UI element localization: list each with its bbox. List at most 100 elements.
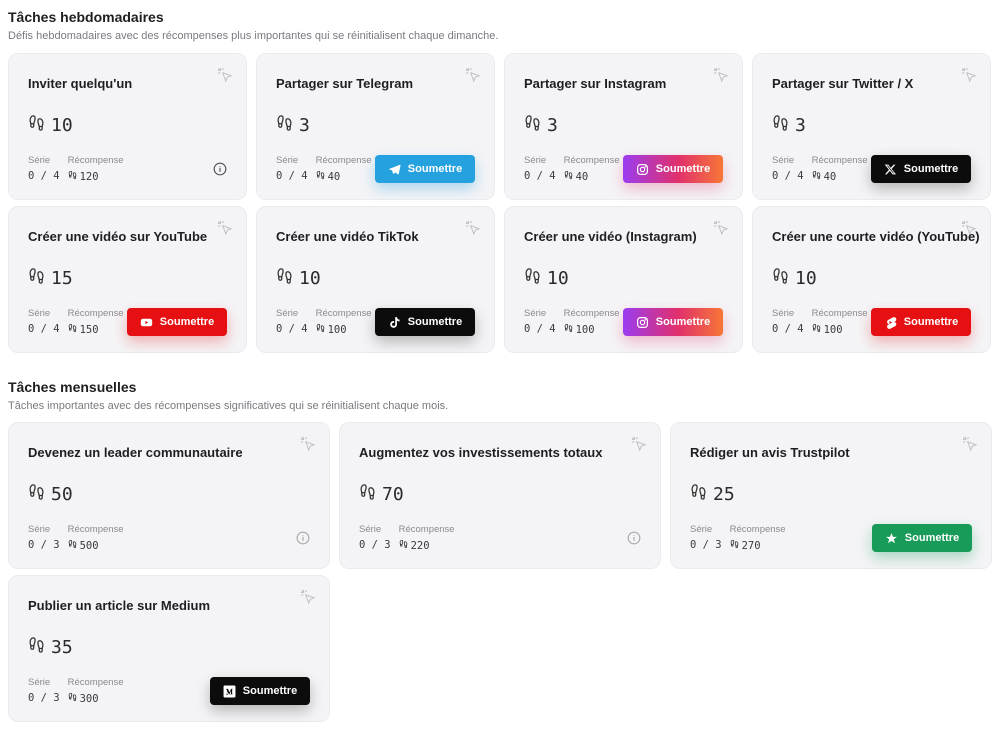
task-title: Créer une vidéo TikTok: [276, 229, 419, 244]
submit-button-youtube[interactable]: Soumettre: [127, 308, 227, 336]
streak-value: 0 / 4: [772, 170, 804, 182]
reward-amount: 220: [410, 539, 430, 552]
task-stats: Série 0 / 3 Récompense 500: [28, 524, 124, 552]
task-title: Rédiger un avis Trustpilot: [690, 445, 850, 460]
reward-stat: Récompense 40: [812, 155, 868, 183]
task-card: Partager sur Instagram 3 Série 0 / 4 Récompe…: [504, 53, 743, 200]
footprints-icon: [316, 170, 325, 183]
reward-value: 40: [316, 170, 372, 183]
points-value: 10: [299, 268, 321, 289]
streak-label: Série: [772, 155, 795, 166]
streak-label: Série: [772, 308, 795, 319]
cursor-click-icon: [299, 435, 317, 453]
reward-stat: Récompense 40: [316, 155, 372, 183]
task-title: Partager sur Twitter / X: [772, 76, 914, 91]
task-title: Publier un article sur Medium: [28, 598, 211, 613]
reward-label: Récompense: [67, 308, 124, 319]
submit-button-trustpilot[interactable]: Soumettre: [872, 524, 972, 552]
streak-label: Série: [359, 524, 382, 535]
streak-label: Série: [28, 155, 51, 166]
reward-amount: 270: [741, 539, 761, 552]
reward-value: 220: [399, 539, 455, 552]
streak-stat: Série 0 / 4: [772, 308, 804, 336]
points-value: 3: [795, 115, 806, 136]
task-card: Publier un article sur Medium 35 Série 0 / …: [8, 575, 330, 722]
points-value: 10: [547, 268, 569, 289]
submit-button-label: Soumettre: [903, 316, 959, 328]
submit-button-label: Soumettre: [655, 316, 711, 328]
cursor-click-icon: [961, 435, 979, 453]
reward-stat: Récompense 150: [68, 308, 124, 336]
submit-button-telegram[interactable]: Soumettre: [375, 155, 475, 183]
task-card: Augmentez vos investissements totaux 70 Sé…: [339, 422, 661, 569]
task-title: Créer une vidéo sur YouTube: [28, 229, 208, 244]
task-title: Inviter quelqu'un: [28, 76, 133, 91]
cursor-click-icon: [299, 588, 317, 606]
footprints-icon: [359, 483, 376, 506]
points-value: 50: [51, 484, 73, 505]
submit-button-instagram[interactable]: Soumettre: [623, 308, 723, 336]
submit-button-medium[interactable]: Soumettre: [210, 677, 310, 705]
streak-label: Série: [276, 308, 299, 319]
footprints-icon: [730, 539, 739, 552]
points-value: 70: [382, 484, 404, 505]
submit-button-twitter[interactable]: Soumettre: [871, 155, 971, 183]
points-value: 3: [547, 115, 558, 136]
task-title: Créer une vidéo (Instagram): [524, 229, 697, 244]
streak-label: Série: [28, 524, 51, 535]
submit-button-label: Soumettre: [407, 316, 463, 328]
footprints-icon: [28, 114, 45, 137]
cursor-click-icon: [630, 435, 648, 453]
streak-label: Série: [524, 155, 547, 166]
reward-amount: 500: [79, 539, 99, 552]
info-icon[interactable]: [627, 531, 641, 545]
reward-value: 150: [68, 323, 124, 336]
submit-button-label: Soumettre: [242, 685, 298, 697]
task-stats: Série 0 / 4 Récompense 150: [28, 308, 124, 336]
streak-stat: Série 0 / 4: [524, 155, 556, 183]
streak-stat: Série 0 / 4: [772, 155, 804, 183]
task-stats: Série 0 / 4 Récompense 40: [772, 155, 868, 183]
footprints-icon: [399, 539, 408, 552]
streak-label: Série: [524, 308, 547, 319]
task-card: Partager sur Twitter / X 3 Série 0 / 4 Récom…: [752, 53, 991, 200]
points-value: 3: [299, 115, 310, 136]
reward-label: Récompense: [811, 308, 868, 319]
info-icon[interactable]: [296, 531, 310, 545]
medium-icon: [223, 685, 236, 698]
instagram-icon: [636, 316, 649, 329]
cursor-click-icon: [712, 66, 730, 84]
instagram-icon: [636, 163, 649, 176]
cursor-click-icon: [464, 219, 482, 237]
reward-label: Récompense: [811, 155, 868, 166]
reward-value: 100: [564, 323, 620, 336]
footprints-icon: [28, 483, 45, 506]
footprints-icon: [524, 114, 541, 137]
submit-button-instagram[interactable]: Soumettre: [623, 155, 723, 183]
monthly-section-subtitle: Tâches importantes avec des récompenses …: [8, 400, 449, 412]
streak-stat: Série 0 / 4: [28, 308, 60, 336]
task-card: Créer une vidéo sur YouTube 15 Série 0 / 4 R…: [8, 206, 247, 353]
streak-value: 0 / 3: [28, 692, 60, 704]
streak-stat: Série 0 / 3: [359, 524, 391, 552]
task-stats: Série 0 / 4 Récompense 120: [28, 155, 124, 183]
reward-label: Récompense: [67, 155, 124, 166]
footprints-icon: [68, 539, 77, 552]
cursor-click-icon: [216, 66, 234, 84]
info-icon[interactable]: [213, 162, 227, 176]
footprints-icon: [812, 170, 821, 183]
streak-value: 0 / 4: [772, 323, 804, 335]
task-points: 10: [772, 267, 817, 290]
streak-value: 0 / 4: [524, 170, 556, 182]
submit-button-youtube-shorts[interactable]: Soumettre: [871, 308, 971, 336]
reward-label: Récompense: [67, 677, 124, 688]
youtube-shorts-icon: [884, 316, 897, 329]
streak-stat: Série 0 / 4: [276, 155, 308, 183]
submit-button-tiktok[interactable]: Soumettre: [375, 308, 475, 336]
task-stats: Série 0 / 3 Récompense 270: [690, 524, 786, 552]
footprints-icon: [564, 323, 573, 336]
task-stats: Série 0 / 3 Récompense 300: [28, 677, 124, 705]
streak-value: 0 / 4: [28, 323, 60, 335]
task-title: Partager sur Telegram: [276, 76, 414, 91]
task-stats: Série 0 / 4 Récompense 100: [276, 308, 372, 336]
